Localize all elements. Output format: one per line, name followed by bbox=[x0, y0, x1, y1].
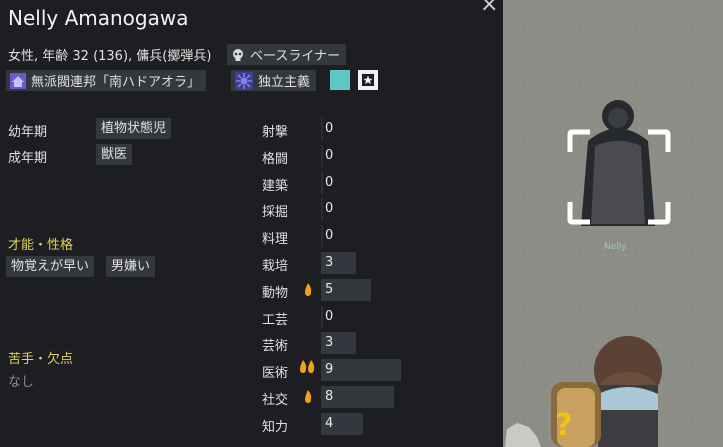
skill-name: 動物 bbox=[262, 285, 289, 301]
skill-level: 4 bbox=[325, 415, 334, 431]
skill-name: 建築 bbox=[262, 178, 289, 194]
skill-row[interactable]: 栽培 3 bbox=[262, 251, 422, 275]
skill-row[interactable]: 医術 9 bbox=[262, 358, 422, 382]
skill-name: 料理 bbox=[262, 232, 289, 248]
skill-name: 知力 bbox=[262, 419, 289, 435]
skill-row[interactable]: 芸術 3 bbox=[262, 331, 422, 355]
skill-level-bar bbox=[321, 171, 323, 194]
skill-row[interactable]: 採掘 0 bbox=[262, 197, 422, 221]
incapable-heading: 苦手・欠点 bbox=[8, 352, 74, 367]
ideoligion-label: 独立主義 bbox=[258, 75, 311, 90]
skill-level: 9 bbox=[325, 362, 334, 378]
pawn-map-label: Nelly bbox=[604, 242, 627, 252]
skill-name: 栽培 bbox=[262, 259, 289, 274]
skill-name: 芸術 bbox=[262, 339, 289, 355]
skill-level: 3 bbox=[325, 255, 334, 270]
star-icon[interactable] bbox=[358, 70, 378, 90]
xenotype-chip[interactable]: ベースライナー bbox=[227, 44, 347, 65]
skill-level: 0 bbox=[325, 121, 334, 136]
skill-row[interactable]: 料理 0 bbox=[262, 224, 422, 248]
skill-name: 格闘 bbox=[262, 151, 289, 167]
pawn-name: Nelly Amanogawa bbox=[8, 6, 189, 30]
favorite-color-swatch[interactable] bbox=[330, 70, 350, 90]
skill-level: 3 bbox=[325, 335, 334, 351]
skill-name: 工芸 bbox=[262, 312, 289, 328]
skill-level-bar bbox=[321, 225, 323, 248]
faction-chip[interactable]: 無派閥連邦「南ハドアオラ」 bbox=[6, 70, 207, 91]
skill-level: 0 bbox=[325, 174, 334, 190]
faction-house-icon bbox=[10, 72, 26, 89]
skill-name: 医術 bbox=[262, 366, 289, 382]
skull-icon bbox=[233, 48, 243, 61]
skill-row[interactable]: 社交 8 bbox=[262, 385, 422, 409]
ideoligion-icon bbox=[235, 71, 253, 90]
skill-row[interactable]: 射撃 0 bbox=[262, 117, 422, 141]
incapable-none: なし bbox=[8, 375, 35, 390]
minor-passion-icon bbox=[304, 389, 313, 408]
character-panel: Nelly Amanogawa × 女性, 年齢 32 (136), 傭兵(擲弾… bbox=[0, 0, 503, 447]
skill-level-bar bbox=[321, 144, 323, 167]
skill-level: 0 bbox=[325, 308, 334, 324]
skill-level-bar bbox=[321, 198, 323, 221]
skill-name: 採掘 bbox=[262, 205, 289, 221]
childhood-label: 幼年期 bbox=[8, 125, 48, 140]
skill-level: 0 bbox=[325, 201, 334, 217]
trait-item[interactable]: 物覚えが早い bbox=[6, 256, 95, 277]
skill-level: 8 bbox=[325, 389, 334, 404]
skill-row[interactable]: 建築 0 bbox=[262, 171, 422, 195]
rock-icon bbox=[505, 423, 541, 447]
skill-level: 0 bbox=[325, 228, 334, 244]
skill-name: 射撃 bbox=[262, 125, 289, 140]
skill-row[interactable]: 工芸 0 bbox=[262, 305, 422, 329]
skill-row[interactable]: 動物 5 bbox=[262, 278, 422, 302]
childhood-backstory[interactable]: 植物状態児 bbox=[96, 118, 172, 139]
skill-level: 5 bbox=[325, 281, 334, 297]
faction-label: 無派閥連邦「南ハドアオラ」 bbox=[31, 75, 201, 90]
skill-level-bar bbox=[321, 118, 323, 140]
map-view[interactable]: Nelly ? bbox=[503, 0, 723, 447]
skill-name: 社交 bbox=[262, 393, 289, 408]
traits-heading: 才能・性格 bbox=[8, 238, 74, 253]
selection-bracket-icon bbox=[567, 129, 671, 225]
pawn-description: 女性, 年齢 32 (136), 傭兵(擲弾兵) bbox=[8, 49, 212, 64]
skill-level-bar bbox=[321, 305, 323, 328]
major-passion-icon bbox=[299, 360, 317, 380]
minor-passion-icon bbox=[304, 282, 313, 301]
xenotype-label: ベースライナー bbox=[250, 49, 341, 64]
skill-level: 0 bbox=[325, 147, 334, 163]
ideoligion-chip[interactable]: 独立主義 bbox=[231, 70, 317, 91]
skill-row[interactable]: 知力 4 bbox=[262, 412, 422, 436]
alert-icon: ? bbox=[555, 408, 573, 443]
skill-row[interactable]: 格闘 0 bbox=[262, 144, 422, 168]
adulthood-backstory[interactable]: 獣医 bbox=[96, 144, 133, 165]
adulthood-label: 成年期 bbox=[8, 151, 48, 166]
trait-item[interactable]: 男嫌い bbox=[106, 256, 156, 277]
close-icon[interactable]: × bbox=[480, 0, 498, 17]
